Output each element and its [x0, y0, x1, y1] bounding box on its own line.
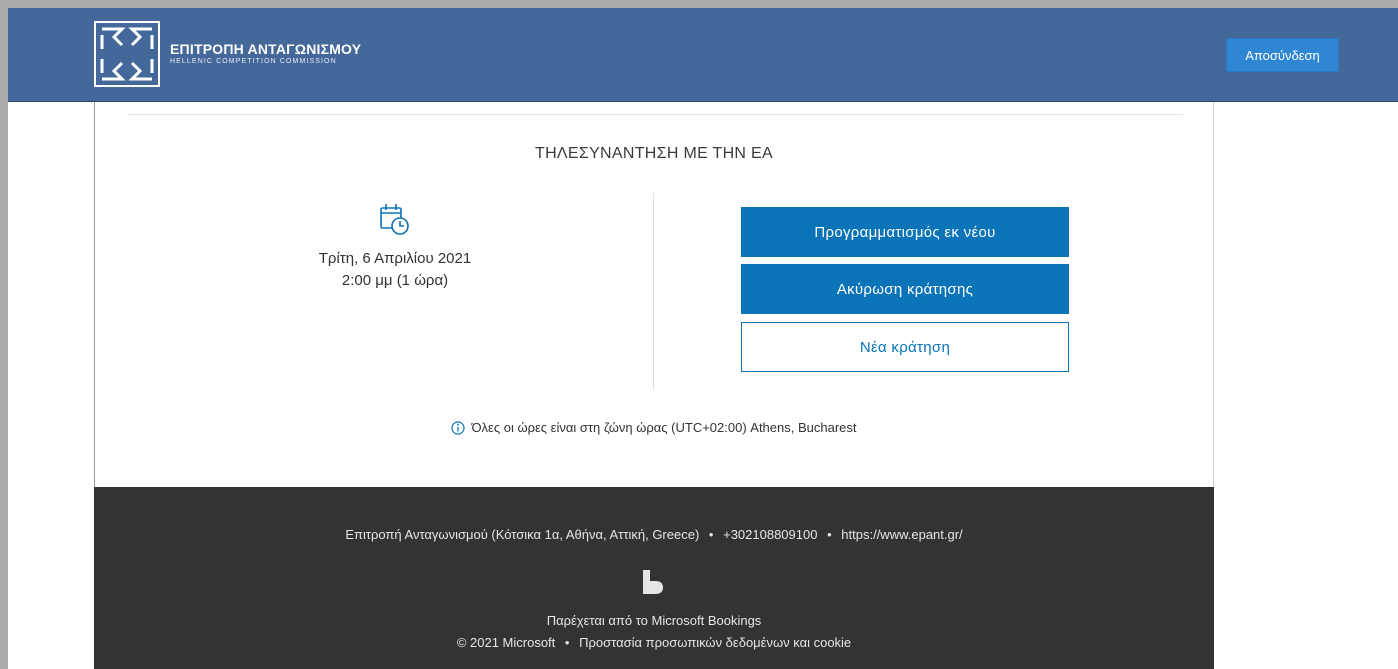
organization-logo[interactable]: ΕΠΙΤΡΟΠΗ ΑΝΤΑΓΩΝΙΣΜΟΥ HELLENIC COMPETITI…	[94, 21, 361, 87]
reschedule-button[interactable]: Προγραμματισμός εκ νέου	[741, 207, 1069, 257]
footer-address: Επιτροπή Ανταγωνισμού (Κότσικα 1α, Αθήνα…	[345, 527, 700, 542]
footer-separator: •	[708, 527, 714, 542]
logo-title: ΕΠΙΤΡΟΠΗ ΑΝΤΑΓΩΝΙΣΜΟΥ	[170, 41, 362, 57]
logo-subtitle: HELLENIC COMPETITION COMMISSION	[170, 58, 337, 65]
copyright-text: © 2021 Microsoft	[456, 635, 556, 650]
footer-legal: © 2021 Microsoft • Προστασία προσωπικών …	[94, 635, 1214, 650]
booking-date: Τρίτη, 6 Απριλίου 2021	[318, 250, 472, 267]
app-window: ΕΠΙΤΡΟΠΗ ΑΝΤΑΓΩΝΙΣΜΟΥ HELLENIC COMPETITI…	[8, 8, 1398, 669]
timezone-text: Όλες οι ώρες είναι στη ζώνη ώρας (UTC+02…	[471, 420, 857, 435]
footer-separator: •	[827, 527, 832, 542]
info-icon	[451, 420, 466, 435]
top-header: ΕΠΙΤΡΟΠΗ ΑΝΤΑΓΩΝΙΣΜΟΥ HELLENIC COMPETITI…	[8, 8, 1398, 102]
new-booking-button[interactable]: Νέα κράτηση	[741, 322, 1069, 372]
footer-phone[interactable]: +302108809100	[723, 527, 817, 542]
divider	[127, 114, 1183, 115]
booking-details: Τρίτη, 6 Απριλίου 2021 2:00 μμ (1 ώρα)	[255, 202, 535, 292]
footer-contact: Επιτροπή Ανταγωνισμού (Κότσικα 1α, Αθήνα…	[94, 527, 1214, 542]
privacy-link[interactable]: Προστασία προσωπικών δεδομένων και cooki…	[579, 635, 851, 650]
footer-website-link[interactable]: https://www.epant.gr/	[841, 527, 962, 542]
footer: Επιτροπή Ανταγωνισμού (Κότσικα 1α, Αθήνα…	[94, 487, 1214, 669]
cancel-booking-button[interactable]: Ακύρωση κράτησης	[741, 264, 1069, 314]
powered-by: Παρέχεται από το Microsoft Bookings	[546, 613, 762, 628]
footer-separator: •	[564, 635, 570, 650]
microsoft-bookings-icon	[643, 570, 663, 594]
timezone-note: Όλες οι ώρες είναι στη ζώνη ώρας (UTC+02…	[95, 420, 1213, 435]
booking-card: ΤΗΛΕΣΥΝΑΝΤΗΣΗ ΜΕ ΤΗΝ ΕΑ Τρίτη, 6 Απριλίο…	[94, 102, 1214, 487]
logo-text: ΕΠΙΤΡΟΠΗ ΑΝΤΑΓΩΝΙΣΜΟΥ HELLENIC COMPETITI…	[170, 41, 361, 67]
page-title: ΤΗΛΕΣΥΝΑΝΤΗΣΗ ΜΕ ΤΗΝ ΕΑ	[535, 145, 773, 162]
vertical-divider	[653, 193, 654, 390]
logout-button[interactable]: Αποσύνδεση	[1226, 38, 1339, 72]
booking-time: 2:00 μμ (1 ώρα)	[341, 272, 449, 289]
hcc-logo-icon	[94, 21, 160, 87]
calendar-clock-icon	[380, 204, 409, 235]
